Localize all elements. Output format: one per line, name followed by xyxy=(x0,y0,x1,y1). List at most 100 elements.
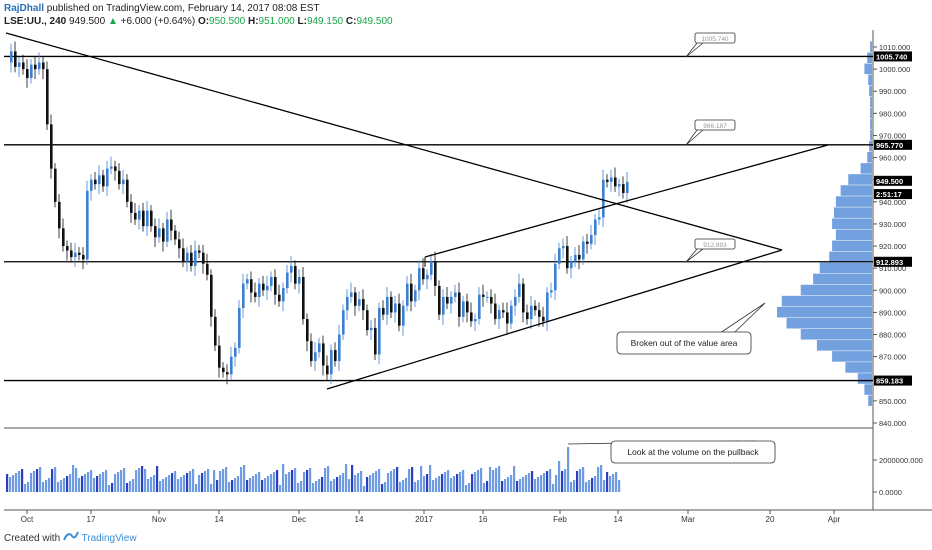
volume-profile-bar xyxy=(832,218,872,229)
volume-profile-bar xyxy=(786,317,872,329)
candle-body xyxy=(210,274,213,317)
candle-body xyxy=(474,319,477,322)
volume-profile-bar xyxy=(868,74,872,86)
volume-profile-bar xyxy=(869,85,872,97)
volume-bar xyxy=(282,464,285,492)
volume-bar xyxy=(411,467,414,492)
volume-bar xyxy=(177,479,180,492)
candle-body xyxy=(186,252,189,262)
price-tick-label: 960.000 xyxy=(879,154,906,163)
time-tick-label: Apr xyxy=(828,515,841,524)
price-tag-label: 2:51:17 xyxy=(876,190,902,199)
candle-body xyxy=(318,343,321,353)
candle-body xyxy=(542,316,545,322)
volume-bar xyxy=(459,472,462,492)
candle-body xyxy=(618,184,621,187)
volume-bar xyxy=(297,483,300,492)
time-tick-label: 2017 xyxy=(415,515,433,524)
volume-bar xyxy=(333,479,336,492)
price-tick-label: 840.000 xyxy=(879,419,906,428)
volume-bar xyxy=(129,481,132,492)
candle-body xyxy=(194,250,197,266)
volume-bar xyxy=(231,480,234,492)
price-chart[interactable]: 1010.000 1000.000 990.000 980.000 970.000 960… xyxy=(0,28,932,525)
symbol-label[interactable]: LSE:UU., 240 xyxy=(4,16,66,27)
candle-body xyxy=(330,350,333,375)
volume-bar xyxy=(234,478,237,492)
volume-bar xyxy=(585,482,588,492)
candle-body xyxy=(142,210,145,227)
candle-body xyxy=(626,181,629,193)
candle-body xyxy=(450,296,453,304)
callout-label: 1005.740 xyxy=(701,36,728,43)
author-link[interactable]: RajDhall xyxy=(4,3,44,14)
candle-body xyxy=(82,254,85,260)
volume-profile-bar xyxy=(800,284,872,296)
volume-bar xyxy=(450,478,453,492)
volume-bar xyxy=(147,479,150,492)
volume-bar xyxy=(606,472,609,492)
candle-body xyxy=(294,265,297,284)
volume-bar xyxy=(303,472,306,492)
candle-body xyxy=(338,334,341,362)
volume-bar xyxy=(348,479,351,492)
candle-body xyxy=(462,301,465,317)
price-tick-label: 980.000 xyxy=(879,109,906,118)
price-tag-label: 965.770 xyxy=(876,141,903,150)
candle-body xyxy=(262,283,265,291)
volume-bar xyxy=(42,482,45,492)
volume-bar xyxy=(588,480,591,492)
volume-bar xyxy=(399,482,402,492)
callout-pointer xyxy=(685,248,704,263)
candle-body xyxy=(134,212,137,220)
volume-bar xyxy=(123,468,126,492)
volume-bar xyxy=(285,474,288,492)
volume-bar xyxy=(501,481,504,492)
channel-upper-line xyxy=(424,144,829,258)
volume-bar xyxy=(612,474,615,492)
volume-bar xyxy=(447,470,450,492)
volume-bar xyxy=(324,468,327,492)
volume-bar xyxy=(210,484,213,492)
annotation-pointer xyxy=(721,302,766,333)
time-tick-label: Oct xyxy=(21,515,34,524)
price-tick-label: 940.000 xyxy=(879,198,906,207)
candle-body xyxy=(18,62,21,67)
candle-body xyxy=(358,299,361,306)
candle-body xyxy=(150,210,153,227)
candle-body xyxy=(402,305,405,326)
time-tick-label: Feb xyxy=(553,515,567,524)
candle-body xyxy=(274,277,277,295)
volume-bar xyxy=(354,475,357,492)
volume-bar xyxy=(312,483,315,492)
volume-bar xyxy=(222,469,225,492)
candle-body xyxy=(586,241,589,244)
candle-body xyxy=(370,327,373,331)
candle-body xyxy=(406,283,409,306)
volume-profile-bar xyxy=(860,163,872,174)
candle-body xyxy=(250,279,253,293)
time-tick-label: Mar xyxy=(681,515,695,524)
volume-bar xyxy=(186,473,189,492)
candle-body xyxy=(10,51,13,63)
volume-bar xyxy=(78,478,81,492)
volume-bar xyxy=(96,476,99,492)
tradingview-logo-icon xyxy=(63,531,82,544)
volume-profile-bar xyxy=(832,351,872,362)
candle-body xyxy=(190,252,193,266)
close-label: C: xyxy=(345,16,357,27)
tradingview-brand[interactable]: TradingView xyxy=(82,533,137,544)
price-tick-label: 970.000 xyxy=(879,131,906,140)
volume-profile-bar xyxy=(867,52,872,64)
candle-body xyxy=(382,307,385,315)
candle-body xyxy=(494,303,497,320)
candle-body xyxy=(570,261,573,269)
volume-bar xyxy=(558,461,561,492)
candle-body xyxy=(566,246,569,269)
candle-body xyxy=(442,296,445,315)
candle-body xyxy=(486,296,489,298)
candle-body xyxy=(430,261,433,275)
volume-bar xyxy=(255,474,258,492)
volume-profile-bar xyxy=(816,340,872,351)
time-tick-label: 16 xyxy=(479,515,488,524)
